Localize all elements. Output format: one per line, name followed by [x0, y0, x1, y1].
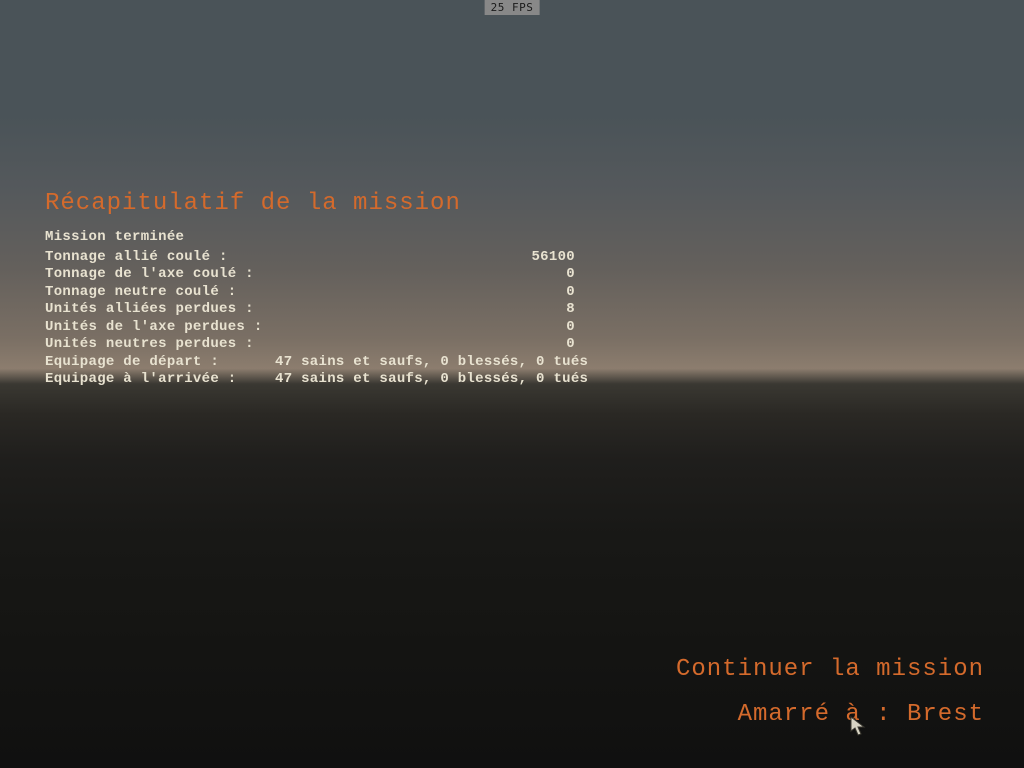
fps-counter: 25 FPS — [485, 0, 540, 15]
stat-value: 0 — [275, 319, 575, 337]
stat-row: Unités alliées perdues : 8 — [45, 301, 645, 319]
panel-title: Récapitulatif de la mission — [45, 190, 645, 217]
crew-row: Equipage de départ : 47 sains et saufs, … — [45, 354, 645, 372]
stat-value: 8 — [275, 301, 575, 319]
crew-label: Equipage de départ : — [45, 354, 275, 372]
stat-row: Unités neutres perdues : 0 — [45, 336, 645, 354]
stat-row: Tonnage de l'axe coulé : 0 — [45, 266, 645, 284]
stat-label: Unités neutres perdues : — [45, 336, 275, 354]
stat-row: Tonnage neutre coulé : 0 — [45, 284, 645, 302]
mission-status: Mission terminée — [45, 229, 645, 247]
dock-at-port-button[interactable]: Amarré à : Brest — [676, 701, 984, 728]
crew-value: 47 sains et saufs, 0 blessés, 0 tués — [275, 354, 645, 372]
stat-label: Tonnage allié coulé : — [45, 249, 275, 267]
action-menu: Continuer la mission Amarré à : Brest — [676, 638, 984, 728]
crew-value: 47 sains et saufs, 0 blessés, 0 tués — [275, 371, 645, 389]
stat-value: 0 — [275, 284, 575, 302]
continue-mission-button[interactable]: Continuer la mission — [676, 656, 984, 683]
mission-summary-panel: Récapitulatif de la mission Mission term… — [45, 190, 645, 389]
stat-label: Unités alliées perdues : — [45, 301, 275, 319]
stat-label: Tonnage neutre coulé : — [45, 284, 275, 302]
crew-row: Equipage à l'arrivée : 47 sains et saufs… — [45, 371, 645, 389]
stat-value: 56100 — [275, 249, 575, 267]
stat-value: 0 — [275, 266, 575, 284]
stats-list: Tonnage allié coulé : 56100 Tonnage de l… — [45, 249, 645, 389]
stat-value: 0 — [275, 336, 575, 354]
stat-label: Unités de l'axe perdues : — [45, 319, 275, 337]
stat-row: Tonnage allié coulé : 56100 — [45, 249, 645, 267]
crew-label: Equipage à l'arrivée : — [45, 371, 275, 389]
stat-label: Tonnage de l'axe coulé : — [45, 266, 275, 284]
stat-row: Unités de l'axe perdues : 0 — [45, 319, 645, 337]
